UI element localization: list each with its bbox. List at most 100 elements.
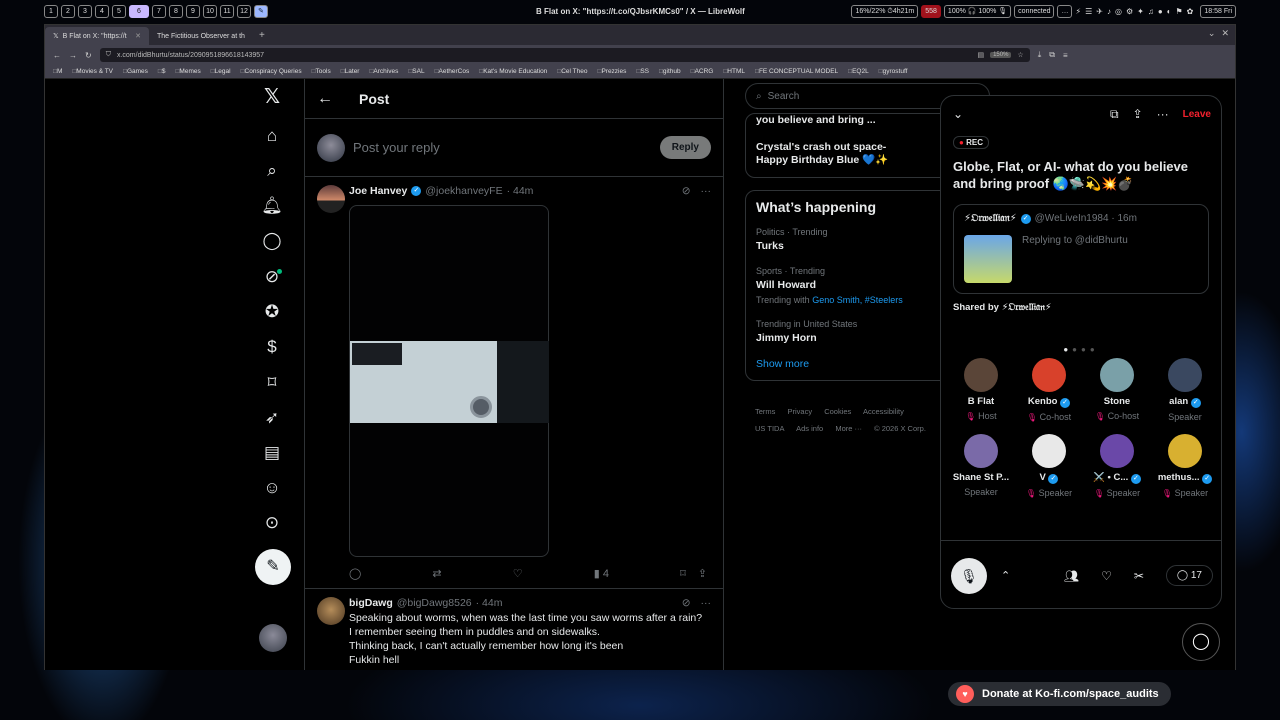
shared-handle[interactable]: @WeLiveIn1984 · 16m	[1035, 213, 1137, 224]
messages-icon[interactable]: ◯	[260, 229, 284, 253]
bookmark-folder[interactable]: FE CONCEPTUAL MODEL	[755, 68, 838, 75]
forward-arrow-icon[interactable]: →	[69, 51, 77, 60]
footer-link[interactable]: Ads info	[796, 424, 823, 433]
reply-button[interactable]: Reply	[659, 136, 711, 159]
footer-link[interactable]: Cookies	[824, 407, 851, 416]
workspace-8[interactable]: 8	[169, 4, 183, 18]
volume-indicator[interactable]: 100% 🎧 100% 🎙	[943, 4, 1012, 18]
share-icon[interactable]: ⇪	[1133, 107, 1143, 121]
avatar[interactable]	[317, 133, 345, 162]
workspace-5[interactable]: 5	[112, 4, 126, 18]
tweet-time[interactable]: · 44m	[476, 597, 503, 609]
more-options-icon[interactable]: ···	[701, 597, 712, 609]
trend-links[interactable]: Geno Smith, #Steelers	[812, 295, 903, 305]
download-icon[interactable]: ⤓	[1038, 50, 1042, 60]
reaction-icon[interactable]: ♡	[1101, 569, 1112, 583]
avatar[interactable]	[964, 358, 998, 392]
participant[interactable]: B Flat 🎙︎ Host	[947, 358, 1015, 426]
tweet[interactable]: bigDawg @bigDawg8526 · 44m ⊘ ··· Speakin…	[305, 589, 723, 670]
author-handle[interactable]: @joekhanveyFE	[425, 185, 502, 197]
video-player[interactable]	[349, 205, 549, 557]
retweet-icon[interactable]: ⇄	[432, 567, 441, 580]
shield-icon[interactable]: ⛉	[106, 51, 111, 59]
bookmark-folder[interactable]: Legal	[211, 68, 231, 75]
author-name[interactable]: bigDawg	[349, 597, 393, 609]
reply-input[interactable]: Post your reply	[353, 140, 652, 155]
messages-fab-icon[interactable]: ◯	[1182, 623, 1220, 661]
avatar[interactable]	[1168, 434, 1202, 468]
x-logo-icon[interactable]: 𝕏	[260, 85, 284, 109]
bookmark-folder[interactable]: Archives	[369, 68, 398, 75]
more-icon[interactable]: ⊙	[260, 511, 284, 535]
share-icon[interactable]: ⇪	[698, 567, 707, 580]
back-arrow-icon[interactable]: ←	[53, 51, 61, 60]
avatar[interactable]	[1032, 358, 1066, 392]
mic-button[interactable]: 🎙︎	[951, 557, 987, 594]
clip-icon[interactable]: ✂	[1134, 569, 1144, 583]
participant[interactable]: Stone 🎙︎ Co-host	[1083, 358, 1151, 426]
notification-count[interactable]: 558	[921, 4, 941, 18]
lists-icon[interactable]: ▤	[260, 441, 284, 465]
bookmark-folder[interactable]: ACRG	[691, 68, 714, 75]
footer-link[interactable]: More ···	[835, 424, 862, 433]
workspace-7[interactable]: 7	[152, 4, 166, 18]
back-arrow-icon[interactable]: ←	[317, 90, 333, 108]
tray-icons[interactable]: ⚡☰✈♪◎⚙✦♫●◐⚑✿	[1075, 7, 1197, 16]
zoom-level[interactable]: 150%	[990, 52, 1012, 58]
verified-icon[interactable]: ✪	[260, 300, 284, 324]
bookmark-folder[interactable]: Cel Theo	[557, 68, 587, 75]
vpn-status[interactable]: connected	[1014, 4, 1055, 18]
comments-button[interactable]: ◯ 17	[1165, 565, 1213, 586]
avatar[interactable]	[1032, 434, 1066, 468]
chevron-down-icon[interactable]: ⌄	[1208, 28, 1216, 39]
footer-link[interactable]: Terms	[755, 407, 775, 416]
battery-indicator[interactable]: 16%/22% ⏱4h21m	[851, 4, 919, 18]
workspace-10[interactable]: 10	[203, 4, 217, 18]
footer-link[interactable]: US TIDA	[755, 424, 784, 433]
tab-fictitious-observer[interactable]: The Fictitious Observer at th	[149, 27, 253, 45]
bookmark-icon[interactable]: ⌑	[260, 371, 284, 395]
profile-icon[interactable]: ☺	[260, 476, 284, 500]
url-bar[interactable]: ⛉ x.com/didBhurtu/status/209095189661814…	[99, 48, 1030, 62]
reload-icon[interactable]: ↻	[85, 51, 92, 60]
bookmark-folder[interactable]: Movies & TV	[72, 68, 113, 75]
star-icon[interactable]: ☆	[1017, 51, 1023, 59]
avatar[interactable]	[317, 185, 345, 213]
like-icon[interactable]: ♡	[513, 567, 523, 580]
workspace-12[interactable]: 12	[237, 4, 251, 18]
workspace-1[interactable]: 1	[44, 4, 58, 18]
chevron-up-icon[interactable]: ⌃	[1001, 569, 1010, 582]
minimize-icon[interactable]: ⧉	[1110, 107, 1119, 122]
tweet[interactable]: Joe Hanvey ✓ @joekhanveyFE · 44m ⊘ ··· ◯…	[305, 177, 723, 589]
money-icon[interactable]: $	[260, 335, 284, 359]
leave-button[interactable]: Leave	[1183, 109, 1211, 120]
footer-link[interactable]: Accessibility	[863, 407, 904, 416]
more-options-icon[interactable]: ···	[701, 185, 712, 197]
avatar[interactable]	[259, 624, 287, 652]
bookmark-folder[interactable]: gyrostuff	[879, 68, 908, 75]
participant[interactable]: ⚔️ • C... ✓ 🎙︎ Speaker	[1083, 434, 1151, 502]
participant[interactable]: alan ✓ Speaker	[1151, 358, 1219, 426]
bookmark-folder[interactable]: SS	[636, 68, 649, 75]
bookmark-folder[interactable]: AetherCos	[435, 68, 470, 75]
carousel-dots[interactable]: ●●●●	[941, 345, 1221, 354]
shared-post-image[interactable]	[964, 235, 1012, 283]
bookmark-folder[interactable]: Memes	[175, 68, 200, 75]
menu-icon[interactable]: ≡	[1063, 51, 1068, 60]
search-icon[interactable]: ⌕	[260, 159, 284, 183]
bookmark-folder[interactable]: Conspiracy Queries	[241, 68, 302, 75]
rocket-icon[interactable]: ➶	[260, 406, 284, 430]
tab-x-post[interactable]: 𝕏 B Flat on X: "https://t ✕	[45, 27, 149, 45]
grok-icon[interactable]: ⊘	[682, 185, 691, 197]
new-tab-button[interactable]: +	[253, 30, 271, 45]
reply-icon[interactable]: ◯	[349, 567, 361, 580]
tray-menu-icon[interactable]: …	[1057, 4, 1073, 18]
avatar[interactable]	[964, 434, 998, 468]
bookmark-folder[interactable]: Tools	[312, 68, 331, 75]
views-icon[interactable]: ▮ 4	[594, 567, 609, 580]
close-tab-icon[interactable]: ✕	[135, 32, 141, 40]
bookmark-icon[interactable]: ⌑	[680, 567, 686, 580]
participant[interactable]: Shane St P... Speaker	[947, 434, 1015, 502]
bookmark-folder[interactable]: $	[158, 68, 166, 75]
shared-author[interactable]: ⚡𝔒𝔯𝔴𝔢𝔩𝔩𝔦𝔞𝔫⚡	[964, 213, 1017, 224]
